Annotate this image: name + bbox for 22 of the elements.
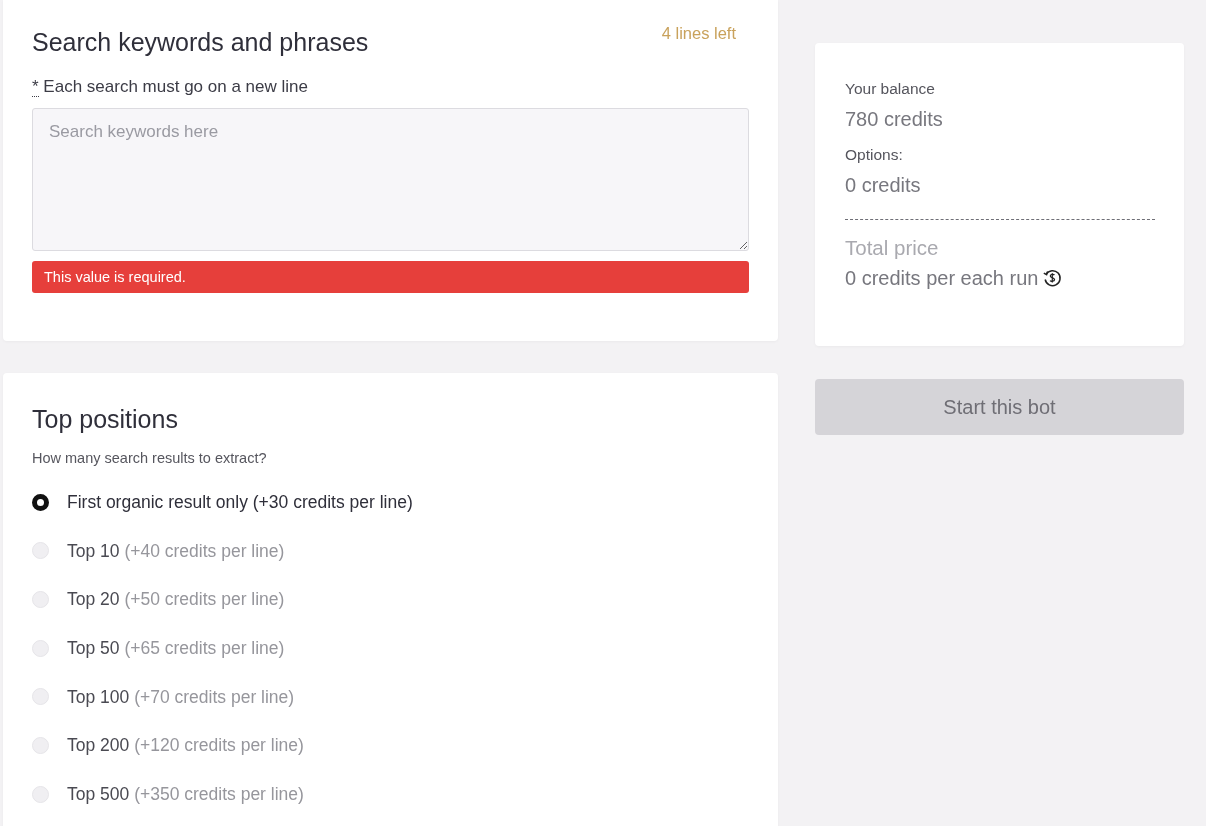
option-label: Top 100 (+70 credits per line) [67,685,295,709]
dollar-cycle-icon [1042,268,1063,288]
section-title: Search keywords and phrases [32,27,369,57]
option-label: Top 20 (+50 credits per line) [67,588,285,612]
total-price-label: Total price [845,236,940,260]
section-subtitle: How many search results to extract? [32,449,268,467]
option-label: Top 50 (+65 credits per line) [67,637,285,661]
keywords-textarea[interactable]: Search keywords here [32,108,749,251]
total-price-value: 0 credits per each run [845,266,1039,290]
options-value: 0 credits [845,173,922,197]
field-hint: * Each search must go on a new line [32,77,309,97]
option-label: Top 500 (+350 credits per line) [67,783,304,807]
balance-value: 780 credits [845,107,944,131]
option-label: Top 200 (+120 credits per line) [67,734,304,758]
options-label: Options: [845,146,904,164]
option-label: First organic result only (+30 credits per line) [67,491,413,514]
error-message: This value is required. [32,261,749,293]
lines-left-counter: 4 lines left [661,23,736,43]
balance-label: Your balance [845,80,936,98]
section-title: Top positions [32,404,179,434]
option-label: Top 10 (+40 credits per line) [67,539,285,563]
radio-button[interactable] [32,493,49,511]
